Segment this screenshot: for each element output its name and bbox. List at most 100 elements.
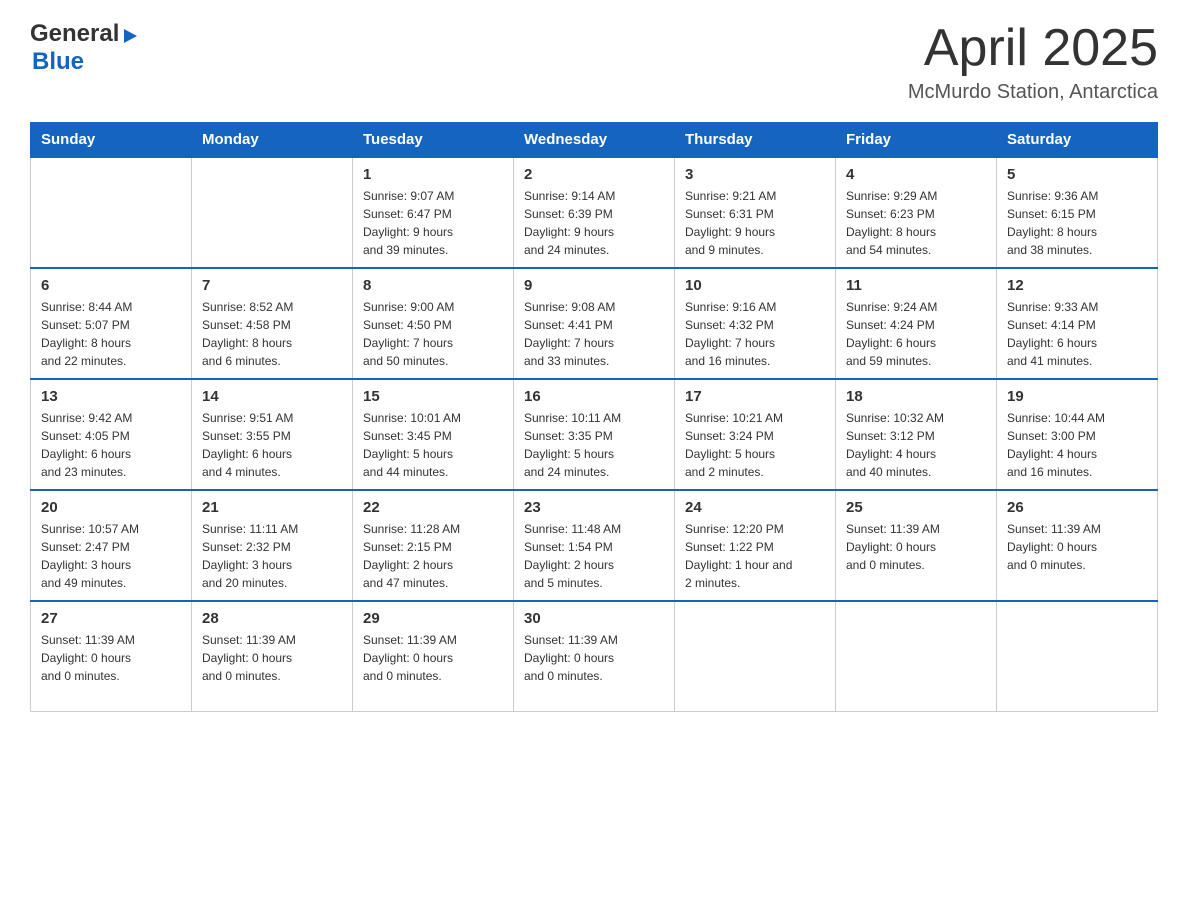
day-info: Sunrise: 10:21 AM Sunset: 3:24 PM Daylig… [685,409,825,481]
day-number: 1 [363,166,503,183]
day-number: 16 [524,388,664,405]
day-info: Sunset: 11:39 AM Daylight: 0 hours and 0… [363,631,503,685]
day-info: Sunrise: 9:51 AM Sunset: 3:55 PM Dayligh… [202,409,342,481]
day-number: 14 [202,388,342,405]
day-number: 22 [363,499,503,516]
day-number: 19 [1007,388,1147,405]
calendar-cell: 17 Sunrise: 10:21 AM Sunset: 3:24 PM Dayl… [675,379,836,490]
week-row-2: 6 Sunrise: 8:44 AM Sunset: 5:07 PM Daylig… [31,268,1158,379]
day-number: 10 [685,277,825,294]
day-info: Sunrise: 9:00 AM Sunset: 4:50 PM Dayligh… [363,298,503,370]
day-info: Sunrise: 11:11 AM Sunset: 2:32 PM Daylig… [202,520,342,592]
day-info: Sunrise: 9:29 AM Sunset: 6:23 PM Dayligh… [846,187,986,259]
day-info: Sunrise: 8:44 AM Sunset: 5:07 PM Dayligh… [41,298,181,370]
day-info: Sunrise: 9:36 AM Sunset: 6:15 PM Dayligh… [1007,187,1147,259]
day-info: Sunrise: 8:52 AM Sunset: 4:58 PM Dayligh… [202,298,342,370]
calendar-cell: 16 Sunrise: 10:11 AM Sunset: 3:35 PM Dayl… [514,379,675,490]
day-info: Sunrise: 9:07 AM Sunset: 6:47 PM Dayligh… [363,187,503,259]
day-info: Sunrise: 9:42 AM Sunset: 4:05 PM Dayligh… [41,409,181,481]
calendar-cell [31,157,192,268]
calendar-cell: 26 Sunset: 11:39 AM Daylight: 0 hours and… [997,490,1158,601]
calendar-cell: 25 Sunset: 11:39 AM Daylight: 0 hours and… [836,490,997,601]
calendar-cell: 10 Sunrise: 9:16 AM Sunset: 4:32 PM Dayli… [675,268,836,379]
weekday-header-tuesday: Tuesday [353,123,514,158]
week-row-5: 27 Sunset: 11:39 AM Daylight: 0 hours and… [31,601,1158,711]
day-info: Sunrise: 9:24 AM Sunset: 4:24 PM Dayligh… [846,298,986,370]
calendar-cell: 7 Sunrise: 8:52 AM Sunset: 4:58 PM Daylig… [192,268,353,379]
day-info: Sunrise: 12:20 PM Sunset: 1:22 PM Daylig… [685,520,825,592]
calendar-cell [997,601,1158,711]
calendar-table: SundayMondayTuesdayWednesdayThursdayFrid… [30,122,1158,712]
day-info: Sunrise: 10:01 AM Sunset: 3:45 PM Daylig… [363,409,503,481]
calendar-cell: 13 Sunrise: 9:42 AM Sunset: 4:05 PM Dayli… [31,379,192,490]
weekday-header-wednesday: Wednesday [514,123,675,158]
calendar-cell: 22Sunrise: 11:28 AM Sunset: 2:15 PM Dayl… [353,490,514,601]
calendar-cell: 20Sunrise: 10:57 AM Sunset: 2:47 PM Dayl… [31,490,192,601]
day-number: 5 [1007,166,1147,183]
day-info: Sunrise: 10:44 AM Sunset: 3:00 PM Daylig… [1007,409,1147,481]
day-info: Sunset: 11:39 AM Daylight: 0 hours and 0… [41,631,181,685]
day-number: 17 [685,388,825,405]
day-info: Sunrise: 9:14 AM Sunset: 6:39 PM Dayligh… [524,187,664,259]
calendar-cell: 11 Sunrise: 9:24 AM Sunset: 4:24 PM Dayli… [836,268,997,379]
calendar-cell: 4 Sunrise: 9:29 AM Sunset: 6:23 PM Daylig… [836,157,997,268]
calendar-cell: 12 Sunrise: 9:33 AM Sunset: 4:14 PM Dayli… [997,268,1158,379]
day-number: 28 [202,610,342,627]
day-info: Sunrise: 10:32 AM Sunset: 3:12 PM Daylig… [846,409,986,481]
calendar-cell: 29 Sunset: 11:39 AM Daylight: 0 hours and… [353,601,514,711]
calendar-cell: 21 Sunrise: 11:11 AM Sunset: 2:32 PM Dayl… [192,490,353,601]
day-info: Sunrise: 9:33 AM Sunset: 4:14 PM Dayligh… [1007,298,1147,370]
day-number: 9 [524,277,664,294]
day-number: 6 [41,277,181,294]
calendar-cell: 28 Sunset: 11:39 AM Daylight: 0 hours and… [192,601,353,711]
day-number: 11 [846,277,986,294]
day-info: Sunrise: 9:08 AM Sunset: 4:41 PM Dayligh… [524,298,664,370]
day-info: Sunset: 11:39 AM Daylight: 0 hours and 0… [846,520,986,574]
day-info: Sunset: 11:39 AM Daylight: 0 hours and 0… [202,631,342,685]
day-number: 23 [524,499,664,516]
calendar-cell: 15 Sunrise: 10:01 AM Sunset: 3:45 PM Dayl… [353,379,514,490]
day-number: 30 [524,610,664,627]
day-number: 12 [1007,277,1147,294]
title-section: April 2025 McMurdo Station, Antarctica [908,20,1158,104]
calendar-body: 1 Sunrise: 9:07 AM Sunset: 6:47 PM Daylig… [31,157,1158,711]
weekday-header-sunday: Sunday [31,123,192,158]
calendar-header: SundayMondayTuesdayWednesdayThursdayFrid… [31,123,1158,158]
day-number: 4 [846,166,986,183]
calendar-cell: 5 Sunrise: 9:36 AM Sunset: 6:15 PM Daylig… [997,157,1158,268]
day-info: Sunset: 11:39 AM Daylight: 0 hours and 0… [524,631,664,685]
weekday-header-monday: Monday [192,123,353,158]
month-title: April 2025 [908,20,1158,77]
logo-blue-text: Blue [32,48,84,76]
week-row-3: 13 Sunrise: 9:42 AM Sunset: 4:05 PM Dayli… [31,379,1158,490]
day-info: Sunset: 11:39 AM Daylight: 0 hours and 0… [1007,520,1147,574]
calendar-cell: 19 Sunrise: 10:44 AM Sunset: 3:00 PM Dayl… [997,379,1158,490]
calendar-cell: 3 Sunrise: 9:21 AM Sunset: 6:31 PM Daylig… [675,157,836,268]
day-number: 29 [363,610,503,627]
day-info: Sunrise: 10:57 AM Sunset: 2:47 PM Daylig… [41,520,181,592]
day-info: Sunrise: 11:48 AM Sunset: 1:54 PM Daylig… [524,520,664,592]
day-number: 25 [846,499,986,516]
day-info: Sunrise: 9:16 AM Sunset: 4:32 PM Dayligh… [685,298,825,370]
logo-triangle [124,29,137,43]
weekday-header-saturday: Saturday [997,123,1158,158]
day-number: 15 [363,388,503,405]
day-number: 7 [202,277,342,294]
calendar-cell: 6 Sunrise: 8:44 AM Sunset: 5:07 PM Daylig… [31,268,192,379]
day-number: 8 [363,277,503,294]
week-row-4: 20Sunrise: 10:57 AM Sunset: 2:47 PM Dayl… [31,490,1158,601]
location: McMurdo Station, Antarctica [908,81,1158,104]
calendar-cell [836,601,997,711]
calendar-cell: 24Sunrise: 12:20 PM Sunset: 1:22 PM Dayl… [675,490,836,601]
day-number: 21 [202,499,342,516]
calendar-cell: 2Sunrise: 9:14 AM Sunset: 6:39 PM Daylig… [514,157,675,268]
day-number: 3 [685,166,825,183]
day-info: Sunrise: 9:21 AM Sunset: 6:31 PM Dayligh… [685,187,825,259]
logo: General Blue [30,20,137,76]
day-number: 13 [41,388,181,405]
day-info: Sunrise: 10:11 AM Sunset: 3:35 PM Daylig… [524,409,664,481]
logo-general-text: General [30,20,119,48]
calendar-cell [192,157,353,268]
day-number: 26 [1007,499,1147,516]
day-number: 27 [41,610,181,627]
